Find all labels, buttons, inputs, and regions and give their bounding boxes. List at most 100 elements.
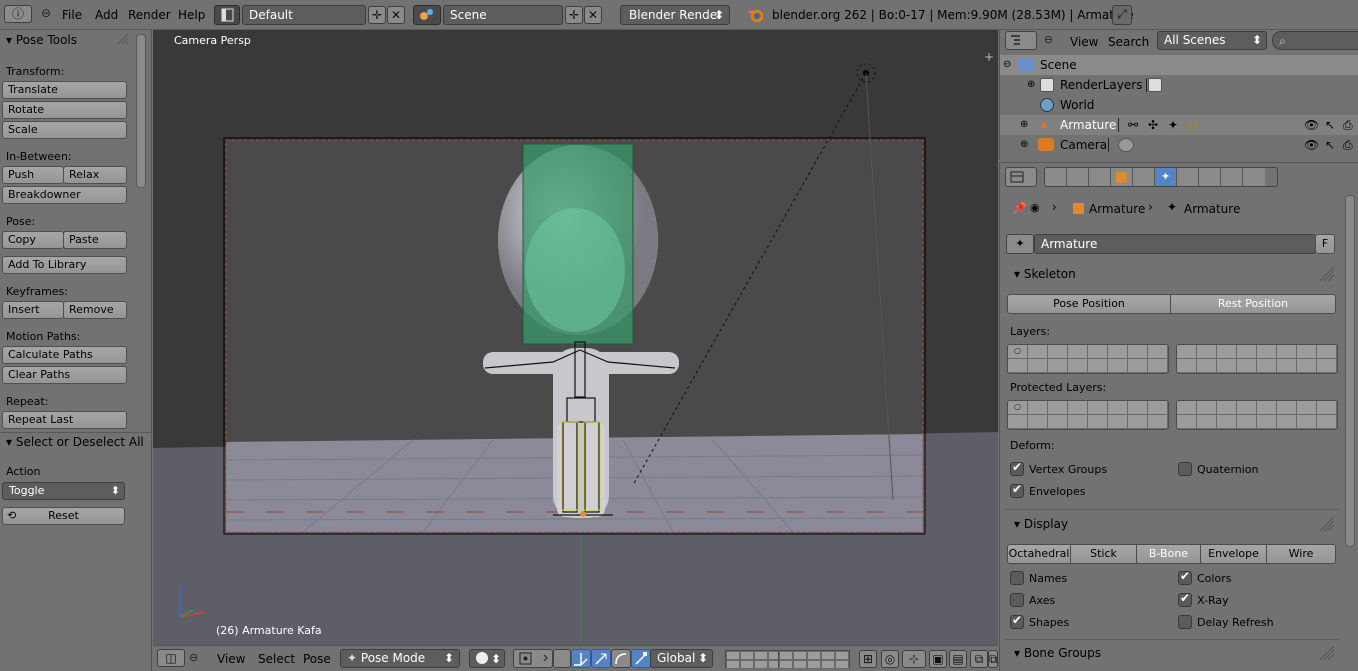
display-bbone-button[interactable]: B-Bone [1136, 544, 1201, 564]
skeleton-section-header[interactable]: ▾ Skeleton [1004, 263, 1340, 285]
render-engine-select[interactable]: Blender Render ⬍ [620, 5, 730, 25]
outliner-row-world[interactable]: World [1000, 95, 1358, 115]
menu-search[interactable]: Search [1108, 35, 1149, 49]
outliner-row-scene[interactable]: ⊖ Scene [1000, 55, 1358, 75]
reset-button[interactable]: ⟲ Reset [2, 507, 125, 525]
scale-button[interactable]: Scale [2, 121, 127, 139]
armature-data-tab-icon[interactable]: ✦ [1155, 168, 1177, 186]
selectability-cursor-icon[interactable]: ↖ [1325, 115, 1335, 135]
pivot-point-select[interactable] [513, 649, 553, 668]
constraints-tab-icon[interactable] [1133, 168, 1155, 186]
translate-manipulator-icon[interactable] [591, 649, 611, 668]
texture-tab-icon[interactable] [1221, 168, 1243, 186]
armature-layers-grid-right[interactable] [1176, 344, 1338, 374]
menu-select[interactable]: Select [258, 652, 295, 666]
protected-layers-grid-left[interactable]: ○ [1007, 400, 1169, 430]
modifier-icon[interactable]: ▽ [1188, 115, 1197, 135]
renderlayer-data-icon[interactable] [1148, 78, 1162, 92]
menu-view[interactable]: View [1070, 35, 1098, 49]
display-stick-button[interactable]: Stick [1070, 544, 1137, 564]
rotate-button[interactable]: Rotate [2, 101, 127, 119]
world-tab-icon[interactable] [1089, 168, 1111, 186]
editor-type-info-icon[interactable]: ⓘ [4, 5, 32, 23]
add-region-icon[interactable]: + [984, 50, 994, 64]
toolshelf-scrollbar[interactable] [136, 34, 146, 188]
armature-data-icon[interactable]: ✣ [1148, 115, 1158, 135]
action-select[interactable]: Toggle ⬍ [2, 482, 125, 500]
copy-pose-icon[interactable]: ⧉ [970, 650, 988, 668]
selectability-cursor-icon[interactable]: ↖ [1325, 135, 1335, 155]
outliner-search-input[interactable]: ⌕ [1272, 31, 1358, 50]
remove-scene-icon[interactable]: ✕ [584, 6, 602, 24]
menu-help[interactable]: Help [178, 8, 205, 22]
expand-toggle-icon[interactable]: ⊖ [1003, 55, 1011, 75]
copy-button[interactable]: Copy [2, 231, 64, 249]
render-anim-icon[interactable]: ▤ [949, 650, 967, 668]
translate-button[interactable]: Translate [2, 81, 127, 99]
rotate-manipulator-icon[interactable] [611, 649, 631, 668]
snap-toggle-icon[interactable]: ⊹ [902, 650, 926, 668]
fullscreen-icon[interactable]: ⤢ [1112, 5, 1132, 25]
editor-type-outliner-icon[interactable] [1005, 31, 1037, 50]
properties-context-tabs[interactable]: ✦ [1044, 167, 1278, 187]
expand-toggle-icon[interactable]: ⊕ [1027, 75, 1035, 95]
relax-button[interactable]: Relax [63, 166, 127, 184]
expand-toggle-icon[interactable]: ⊕ [1020, 135, 1028, 155]
render-tab-icon[interactable] [1045, 168, 1067, 186]
pin-icon[interactable]: 📌 [1012, 201, 1027, 215]
shapes-checkbox[interactable]: ✔ [1010, 613, 1024, 629]
xray-checkbox[interactable]: ✔ [1178, 591, 1192, 607]
outliner-row-camera[interactable]: ⊕ Camera 👁 ↖ ⎙ [1000, 135, 1358, 155]
scene-tab-icon[interactable] [1067, 168, 1089, 186]
menu-render[interactable]: Render [128, 8, 171, 22]
insert-keyframe-button[interactable]: Insert [2, 301, 64, 319]
push-button[interactable]: Push [2, 166, 64, 184]
visibility-eye-icon[interactable]: 👁 [1304, 115, 1319, 135]
scene-field[interactable]: Scene [443, 5, 563, 25]
constraint-icon[interactable]: ⚯ [1128, 115, 1138, 135]
display-octahedral-button[interactable]: Octahedral [1007, 544, 1071, 564]
remove-keyframe-button[interactable]: Remove [63, 301, 127, 319]
bone-tab-icon[interactable] [1177, 168, 1199, 186]
scene-icon[interactable] [413, 5, 441, 25]
paste-pose-icon[interactable]: ⧉ [988, 650, 998, 668]
transform-orientation-select[interactable]: Global ⬍ [650, 649, 713, 668]
add-screen-icon[interactable]: ✛ [368, 6, 386, 24]
object-tab-icon[interactable] [1111, 168, 1133, 186]
breakdowner-button[interactable]: Breakdowner [2, 186, 127, 204]
menu-view[interactable]: View [217, 652, 245, 666]
menu-file[interactable]: File [62, 8, 82, 22]
outliner-row-renderlayers[interactable]: ⊕ RenderLayers [1000, 75, 1358, 95]
panel-grip-icon[interactable] [116, 32, 130, 46]
renderability-camera-icon[interactable]: ⎙ [1343, 115, 1353, 135]
mode-select[interactable]: ✦ Pose Mode ⬍ [340, 649, 460, 668]
armature-browse-icon[interactable]: ✦ [1006, 234, 1034, 254]
colors-checkbox[interactable]: ✔ [1178, 569, 1192, 585]
screen-layout-field[interactable]: Default [242, 5, 366, 25]
lock-layers-icon[interactable]: ⊞ [859, 650, 877, 668]
outliner-row-armature[interactable]: ⊕ ✶ Armature ⚯ ✣ ✦ ▽ 👁 ↖ ⎙ [1000, 115, 1358, 135]
collapse-menu-icon[interactable]: ⊖ [189, 651, 198, 664]
envelopes-checkbox[interactable]: ✔ [1010, 482, 1024, 498]
3d-viewport[interactable]: Camera Persp (26) Armature Kafa + [153, 30, 998, 645]
quaternion-checkbox[interactable] [1178, 462, 1192, 476]
menu-add[interactable]: Add [95, 8, 118, 22]
panel-grip-icon[interactable] [1318, 265, 1336, 283]
datablock-name-field[interactable]: Armature [1034, 234, 1316, 254]
select-deselect-header[interactable]: ▾ Select or Deselect All [0, 432, 150, 452]
bone-constraint-tab-icon[interactable] [1199, 168, 1221, 186]
render-still-icon[interactable]: ▣ [929, 650, 947, 668]
collapse-menu-icon[interactable]: ⊖ [37, 5, 55, 23]
scale-manipulator-icon[interactable] [631, 649, 651, 668]
renderability-camera-icon[interactable]: ⎙ [1343, 135, 1353, 155]
protected-layers-grid-right[interactable] [1176, 400, 1338, 430]
properties-scrollbar[interactable] [1345, 195, 1355, 547]
delay-refresh-checkbox[interactable] [1178, 615, 1192, 629]
axes-checkbox[interactable] [1010, 593, 1024, 607]
rest-position-button[interactable]: Rest Position [1170, 294, 1336, 314]
menu-pose[interactable]: Pose [303, 652, 331, 666]
add-to-library-button[interactable]: Add To Library [2, 256, 127, 274]
visibility-eye-icon[interactable]: 👁 [1304, 135, 1319, 155]
fake-user-button[interactable]: F [1315, 234, 1335, 254]
screen-layout-icon[interactable] [214, 5, 240, 25]
